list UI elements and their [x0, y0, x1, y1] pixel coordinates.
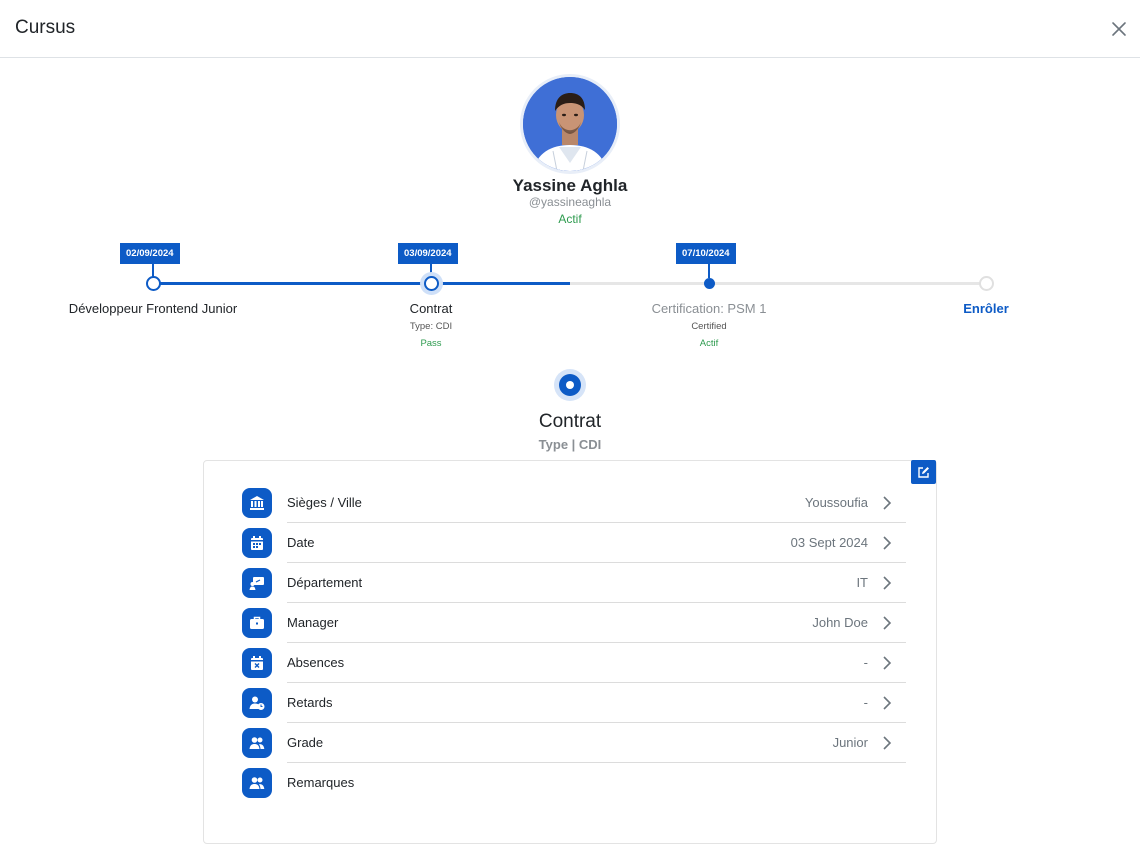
timeline-step-label[interactable]: Contrat [410, 301, 453, 316]
current-step-marker [554, 369, 586, 401]
timeline-date-badge: 07/10/2024 [676, 243, 736, 264]
timeline-step-type: Certified [691, 321, 727, 332]
detail-value: - [863, 655, 868, 670]
timeline-remaining-track [570, 282, 986, 285]
user-clock-icon [242, 688, 272, 718]
timeline-node-empty[interactable] [979, 276, 994, 291]
timeline-step-status: Pass [420, 338, 442, 349]
timeline-step-label[interactable]: Développeur Frontend Junior [69, 301, 237, 316]
modal-header: Cursus [0, 0, 1140, 58]
detail-label: Date [287, 535, 315, 550]
detail-row-absences[interactable]: Absences - [242, 643, 906, 683]
chevron-right-icon[interactable] [882, 735, 892, 751]
detail-value: IT [856, 575, 868, 590]
timeline-step-type: Type: CDI [409, 321, 453, 332]
profile-handle: @yassineaghla [528, 195, 612, 209]
chevron-right-icon[interactable] [882, 695, 892, 711]
detail-row-remarques[interactable]: Remarques [242, 763, 906, 803]
users-icon [242, 768, 272, 798]
detail-label: Absences [287, 655, 345, 670]
timeline-node-active[interactable] [424, 276, 439, 291]
timeline-step-status: Actif [699, 338, 719, 349]
detail-label: Sièges / Ville [287, 495, 362, 510]
detail-row-date[interactable]: Date 03 Sept 2024 [242, 523, 906, 563]
users-icon [242, 728, 272, 758]
chevron-right-icon[interactable] [882, 495, 892, 511]
edit-icon [918, 467, 929, 478]
section-title: Contrat [538, 411, 602, 432]
career-timeline: 02/09/2024 Développeur Frontend Junior 0… [0, 243, 1140, 353]
detail-value: 03 Sept 2024 [790, 535, 868, 550]
section-subtitle: Type | CDI [538, 437, 602, 452]
timeline-stem [708, 264, 710, 278]
bank-icon [242, 488, 272, 518]
presentation-icon [242, 568, 272, 598]
enroll-link[interactable]: Enrôler [963, 301, 1009, 316]
close-button[interactable] [1108, 18, 1130, 40]
detail-row-grade[interactable]: Grade Junior [242, 723, 906, 763]
chevron-right-icon[interactable] [882, 655, 892, 671]
cursus-modal: Cursus Yassine Aghla @yassineaghla Actif… [0, 0, 1140, 857]
calendar-icon [242, 528, 272, 558]
chevron-right-icon[interactable] [882, 575, 892, 591]
detail-row-siege[interactable]: Sièges / Ville Youssoufia [242, 483, 906, 523]
modal-title: Cursus [15, 17, 76, 38]
profile-photo [523, 77, 617, 171]
timeline-node[interactable] [146, 276, 161, 291]
timeline-step-label[interactable]: Certification: PSM 1 [652, 301, 767, 316]
timeline-date-badge: 02/09/2024 [120, 243, 180, 264]
avatar [520, 74, 620, 174]
timeline-progress-track [153, 282, 570, 285]
detail-label: Remarques [287, 775, 355, 790]
detail-label: Grade [287, 735, 324, 750]
detail-value: John Doe [812, 615, 868, 630]
detail-value: Junior [832, 735, 868, 750]
detail-value: - [863, 695, 868, 710]
detail-label: Retards [287, 695, 333, 710]
profile-name: Yassine Aghla [512, 176, 628, 195]
edit-button[interactable] [911, 460, 936, 484]
calendar-x-icon [242, 648, 272, 678]
detail-row-retards[interactable]: Retards - [242, 683, 906, 723]
timeline-date-badge: 03/09/2024 [398, 243, 458, 264]
detail-row-manager[interactable]: Manager John Doe [242, 603, 906, 643]
detail-value: Youssoufia [804, 495, 868, 510]
timeline-node[interactable] [704, 278, 715, 289]
detail-row-departement[interactable]: Département IT [242, 563, 906, 603]
profile-status: Actif [558, 212, 582, 226]
close-icon [1112, 22, 1126, 36]
chevron-right-icon[interactable] [882, 535, 892, 551]
detail-label: Manager [287, 615, 339, 630]
chevron-right-icon[interactable] [882, 615, 892, 631]
briefcase-icon [242, 608, 272, 638]
detail-label: Département [287, 575, 363, 590]
